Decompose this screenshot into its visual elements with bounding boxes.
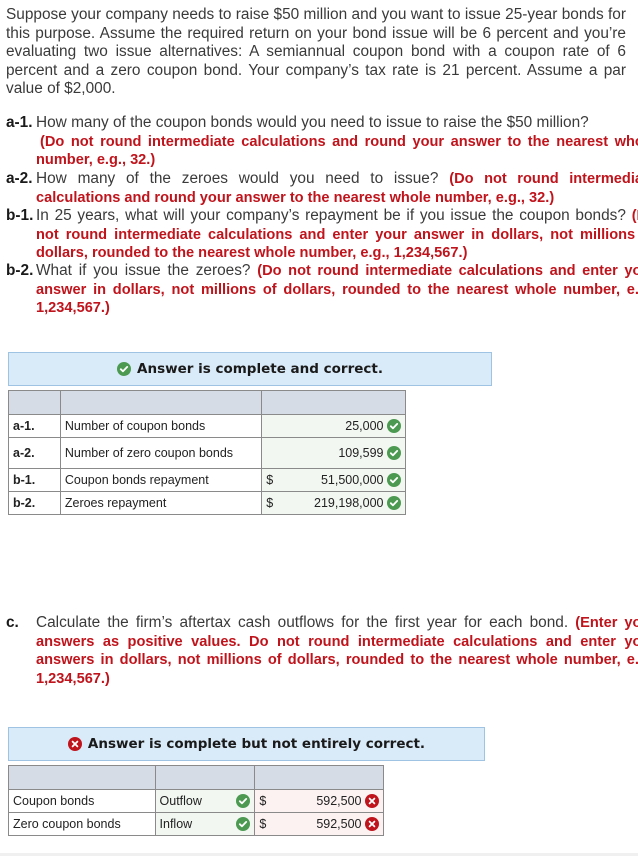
row-label: b-2.: [8, 491, 61, 515]
row-description: Zeroes repayment: [59, 491, 263, 515]
question-label: a-2.: [6, 170, 33, 187]
check-circle-icon: [117, 362, 132, 376]
check-circle-icon: [387, 496, 401, 511]
answer-value: 25,000: [345, 418, 384, 433]
question-text: In 25 years, what will your company’s re…: [36, 207, 626, 224]
table-row: b-2. Zeroes repayment $ 219,198,000: [8, 491, 406, 515]
currency-symbol: $: [259, 816, 267, 831]
table-header-row: [8, 390, 406, 415]
x-circle-icon: [67, 737, 82, 751]
flow-value: Outflow: [159, 794, 202, 808]
x-circle-icon: [365, 794, 379, 809]
row-description: Coupon bonds: [8, 789, 156, 813]
question-label: a-1.: [6, 114, 33, 131]
flow-value: Inflow: [159, 817, 193, 831]
answer-status-text: Answer is complete and correct.: [137, 361, 383, 377]
answer-status-text: Answer is complete but not entirely corr…: [87, 736, 426, 752]
table-row: a-1. Number of coupon bonds 25,000: [8, 414, 406, 438]
question-b1: b-1. In 25 years, what will your company’…: [6, 207, 638, 263]
question-label: c.: [6, 614, 19, 631]
table-header-row: [8, 765, 384, 790]
answer-cell[interactable]: $ 592,500: [254, 789, 384, 813]
answer-cell[interactable]: 109,599: [261, 437, 406, 469]
flow-select-cell[interactable]: Inflow: [154, 812, 256, 836]
answer-value: 109,599: [338, 446, 384, 460]
question-text: How many of the zeroes would you need to…: [36, 170, 439, 187]
row-description: Coupon bonds repayment: [59, 468, 263, 492]
answer-value: 592,500: [316, 816, 362, 831]
answer-table-c: Coupon bonds Outflow $ 592,500 Zero coup…: [8, 765, 384, 836]
question-label: b-2.: [6, 262, 34, 279]
check-circle-icon: [387, 419, 401, 434]
row-description: Zero coupon bonds: [8, 812, 156, 836]
currency-symbol: $: [266, 472, 274, 487]
question-a1: a-1. How many of the coupon bonds would y…: [6, 114, 638, 170]
row-description: Number of zero coupon bonds: [59, 437, 263, 469]
answer-table-ab: a-1. Number of coupon bonds 25,000 a-2. …: [8, 390, 406, 515]
row-label: b-1.: [8, 468, 61, 492]
answer-value: 219,198,000: [314, 495, 384, 510]
question-a2: a-2. How many of the zeroes would you nee…: [6, 170, 638, 207]
question-label: b-1.: [6, 207, 34, 224]
answer-value: 592,500: [316, 793, 362, 808]
question-text: Calculate the firm’s aftertax cash outfl…: [36, 614, 569, 631]
table-row: Coupon bonds Outflow $ 592,500: [8, 789, 384, 813]
check-circle-icon: [387, 446, 401, 460]
answer-status-banner: Answer is complete and correct.: [8, 352, 492, 386]
currency-symbol: $: [259, 793, 267, 808]
check-circle-icon: [236, 817, 251, 831]
table-row: a-2. Number of zero coupon bonds 109,599: [8, 437, 406, 469]
question-text: How many of the coupon bonds would you n…: [36, 114, 589, 131]
answer-cell[interactable]: 25,000: [261, 414, 406, 438]
answer-value: 51,500,000: [320, 472, 384, 487]
question-text: What if you issue the zeroes?: [36, 262, 251, 279]
question-c: c. Calculate the firm’s aftertax cash out…: [6, 614, 638, 688]
answer-cell[interactable]: $ 51,500,000: [261, 468, 406, 492]
row-label: a-1.: [8, 414, 61, 438]
answer-cell[interactable]: $ 219,198,000: [261, 491, 406, 515]
question-instruction: (Do not round intermediate calculations …: [36, 133, 638, 169]
question-b2: b-2. What if you issue the zeroes? (Do no…: [6, 262, 638, 318]
table-row: Zero coupon bonds Inflow $ 592,500: [8, 812, 384, 836]
answer-cell[interactable]: $ 592,500: [254, 812, 384, 836]
problem-intro: Suppose your company needs to raise $50 …: [6, 6, 626, 98]
check-circle-icon: [387, 473, 401, 488]
row-label: a-2.: [8, 437, 61, 469]
check-circle-icon: [236, 794, 251, 808]
row-description: Number of coupon bonds: [59, 414, 263, 438]
table-row: b-1. Coupon bonds repayment $ 51,500,000: [8, 468, 406, 492]
flow-select-cell[interactable]: Outflow: [154, 789, 256, 813]
answer-status-banner: Answer is complete but not entirely corr…: [8, 727, 485, 761]
x-circle-icon: [365, 817, 379, 832]
currency-symbol: $: [266, 495, 274, 510]
